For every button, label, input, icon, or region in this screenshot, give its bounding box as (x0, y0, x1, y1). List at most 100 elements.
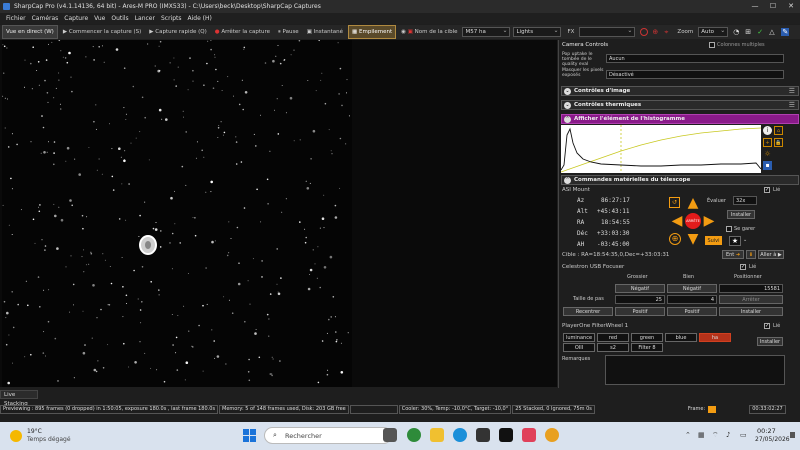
filter-blue[interactable]: blue (665, 333, 697, 342)
crosshair-icon[interactable]: ⊕ (652, 28, 660, 36)
menu-icon[interactable]: ☰ (789, 101, 795, 110)
focuser-stop-button[interactable]: Arrêter (719, 295, 783, 304)
fine-positive-button[interactable]: Positif (667, 307, 717, 316)
histogram-header[interactable]: ⌃ Afficher l'élément de l'histogramme (561, 114, 799, 124)
taskbar-search[interactable]: ⌕ Rechercher (264, 427, 392, 444)
multi-columns-checkbox[interactable] (709, 42, 715, 48)
menu-tools[interactable]: Outils (108, 13, 131, 24)
arrow-down-icon[interactable]: ⬇ (746, 250, 756, 259)
reticle-icon[interactable]: ⌖ (664, 28, 672, 36)
grid-icon[interactable]: ⊞ (745, 28, 753, 36)
store-icon[interactable] (476, 428, 490, 442)
arrow-right-button[interactable]: ▶ (701, 213, 717, 229)
telescope-header[interactable]: ⌃ Commandes matérielles du télescope (561, 175, 799, 185)
coarse-negative-button[interactable]: Négatif (615, 284, 665, 293)
app-icon-dark[interactable] (499, 428, 513, 442)
snapshot-button[interactable]: ▣ Instantané (304, 26, 346, 38)
mount-linked-checkbox[interactable]: ✓ (764, 187, 770, 193)
focuser-linked-checkbox[interactable]: ✓ (740, 264, 746, 270)
zoom-in-icon[interactable]: + (763, 138, 772, 147)
quick-capture-button[interactable]: ▶ Capture rapide (Q) (146, 26, 210, 38)
tray-chevron-icon[interactable]: ⌃ (685, 431, 691, 439)
star-field-image[interactable] (2, 40, 352, 387)
gauge-icon[interactable]: ◔ (733, 28, 741, 36)
notification-icon[interactable] (790, 432, 795, 438)
weather-icon[interactable] (10, 430, 22, 442)
filter-8[interactable]: Filter 8 (631, 343, 663, 352)
menu-capture[interactable]: Capture (61, 13, 91, 24)
filterwheel-install-button[interactable]: Installer (757, 337, 783, 346)
sun-icon[interactable]: ☼ (763, 150, 772, 159)
wifi-icon[interactable]: ⌔ (712, 431, 719, 440)
maximize-button[interactable]: ☐ (764, 0, 782, 13)
windows-start-icon[interactable] (243, 429, 256, 442)
info-icon[interactable]: i (763, 126, 772, 135)
recenter-button[interactable]: Recentrer (563, 307, 613, 316)
coarse-step-input[interactable]: 25 (615, 295, 665, 304)
crosshair-button[interactable]: ⊕ (669, 233, 681, 245)
stop-button[interactable]: ARRÊTE (685, 213, 701, 229)
fx-select[interactable] (579, 26, 636, 37)
filter-green[interactable]: green (631, 333, 663, 342)
task-view-icon[interactable] (383, 428, 397, 442)
menu-launch[interactable]: Lancer (132, 13, 158, 24)
mount-install-button[interactable]: Installer (727, 210, 755, 219)
pin-icon[interactable]: ✎ (781, 28, 790, 36)
thermal-controls-header[interactable]: ⌄ Contrôles thermiques ☰ (561, 100, 799, 110)
menu-scripts[interactable]: Scripts (158, 13, 185, 24)
histogram-graph[interactable] (561, 125, 761, 173)
menu-cameras[interactable]: Caméras (29, 13, 62, 24)
zoom-select[interactable]: Auto (698, 26, 729, 37)
goto-button[interactable]: Aller à ▶ (758, 250, 784, 259)
tracking-button[interactable]: Suivi (705, 236, 722, 245)
rotate-icon[interactable]: ↺ (669, 197, 680, 208)
filter-s2[interactable]: s2 (597, 343, 629, 352)
arrow-left-button[interactable]: ◀ (669, 213, 685, 229)
weather-temp[interactable]: 19°C (27, 428, 42, 435)
fine-step-input[interactable]: 4 (667, 295, 717, 304)
image-controls-header[interactable]: ⌄ Contrôles d'image ☰ (561, 86, 799, 96)
battery-icon[interactable]: ▭ (740, 431, 747, 439)
coarse-positive-button[interactable]: Positif (615, 307, 665, 316)
sync-button[interactable]: Ent ➜ (722, 250, 744, 259)
check-icon[interactable]: ✓ (757, 28, 765, 36)
arrow-up-button[interactable]: ▲ (685, 195, 701, 211)
sharpcap-icon[interactable] (522, 428, 536, 442)
stacking-button[interactable]: ▦ Empilement (348, 25, 397, 39)
chrome-icon[interactable] (545, 428, 559, 442)
start-capture-button[interactable]: ▶ Commencer la capture (S) (60, 26, 144, 38)
weather-desc[interactable]: Temps dégagé (27, 436, 71, 443)
clock-date[interactable]: 27/05/2026 (755, 436, 790, 443)
network-tray-icon[interactable]: ▦ (698, 431, 705, 439)
frame-type-select[interactable]: Lights (513, 26, 562, 37)
stop-capture-button[interactable]: ● Arrêter la capture (212, 26, 273, 38)
filter-luminance[interactable]: luminance (563, 333, 595, 342)
live-stacking-tab[interactable]: Live Stacking (0, 390, 38, 407)
lock-icon-2[interactable]: 🔒 (774, 138, 783, 147)
lock-icon[interactable]: ⌂ (774, 126, 783, 135)
filterwheel-linked-checkbox[interactable]: ✓ (764, 323, 770, 329)
fine-negative-button[interactable]: Négatif (667, 284, 717, 293)
focuser-install-button[interactable]: Installer (719, 307, 783, 316)
remarks-textarea[interactable] (605, 355, 785, 385)
edge-icon[interactable] (453, 428, 467, 442)
save-icon[interactable]: ▪ (763, 161, 772, 170)
menu-help[interactable]: Aide (H) (185, 13, 215, 24)
menu-view[interactable]: Vue (91, 13, 108, 24)
filter-red[interactable]: red (597, 333, 629, 342)
pause-button[interactable]: ⏸ Pause (275, 26, 302, 38)
arrow-down-button[interactable]: ▼ (685, 231, 701, 247)
filter-oiii[interactable]: OIII (563, 343, 595, 352)
filter-ha[interactable]: ha (699, 333, 731, 342)
menu-icon[interactable]: ☰ (789, 87, 795, 96)
target-circle-icon[interactable] (640, 28, 649, 36)
minimize-button[interactable]: — (746, 0, 764, 13)
volume-icon[interactable]: ♪ (726, 431, 730, 439)
triangle-icon[interactable]: △ (769, 28, 777, 36)
close-button[interactable]: ✕ (782, 0, 800, 13)
file-explorer-icon[interactable] (430, 428, 444, 442)
quality-eval-select[interactable]: Aucun (606, 54, 784, 63)
target-name-input[interactable]: M57 ha (462, 26, 511, 37)
live-view-button[interactable]: Vue en direct (W) (2, 25, 58, 39)
rate-select[interactable]: 32x (733, 196, 757, 205)
